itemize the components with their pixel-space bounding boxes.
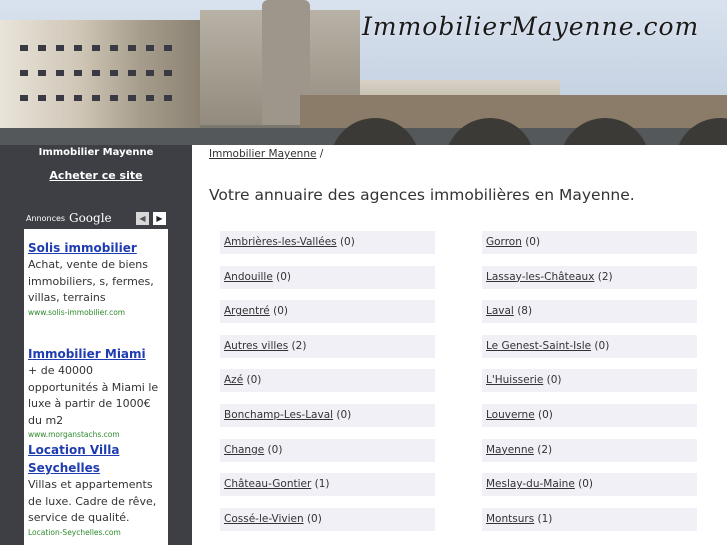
city-count: (1) <box>311 478 330 491</box>
city-link[interactable]: Argentré <box>224 305 270 317</box>
city-count: (0) <box>243 374 262 387</box>
buy-site-link[interactable]: Acheter ce site <box>0 169 192 182</box>
breadcrumb-separator: / <box>319 148 324 160</box>
ad-item: Solis immobilier Achat, vente de biens i… <box>28 239 166 319</box>
city-link[interactable]: Azé <box>224 374 243 386</box>
directory-cell: Argentré (0) <box>220 300 435 324</box>
city-link[interactable]: Louverne <box>486 409 535 421</box>
city-link[interactable]: Laval <box>486 305 514 317</box>
city-count: (0) <box>333 409 352 421</box>
city-link[interactable]: Cossé-le-Vivien <box>224 513 304 525</box>
chevron-left-icon[interactable]: ◀ <box>136 212 149 225</box>
directory-cell: Montsurs (1) <box>482 507 697 531</box>
ad-text: + de 40000 opportunités à Miami le luxe … <box>28 364 159 427</box>
city-count: (0) <box>272 270 292 283</box>
ads-header: Annonces Google ◀ ▶ <box>24 211 168 229</box>
site-logo-text: ImmobilierMayenne.com <box>362 12 700 41</box>
directory-cell: Andouille (0) <box>220 265 435 289</box>
ad-title[interactable]: Location Villa Seychelles <box>28 441 166 477</box>
chevron-right-icon[interactable]: ▶ <box>153 212 166 225</box>
ads-label: Annonces <box>26 214 66 223</box>
directory-cell: Change (0) <box>220 438 435 462</box>
city-count: (2) <box>594 270 613 283</box>
city-count: (0) <box>543 374 562 387</box>
city-count: (0) <box>269 305 288 318</box>
ads-panel: Solis immobilier Achat, vente de biens i… <box>24 229 168 545</box>
directory-cell: Le Genest-Saint-Isle (0) <box>482 334 697 358</box>
city-link[interactable]: Montsurs <box>486 513 534 525</box>
city-count: (0) <box>534 409 553 421</box>
city-count: (0) <box>336 236 355 248</box>
ad-title[interactable]: Solis immobilier <box>28 239 166 257</box>
directory-cell: Ambrières-les-Vallées (0) <box>220 231 435 254</box>
directory-cell: Autres villes (2) <box>220 334 435 358</box>
city-count: (2) <box>533 443 553 456</box>
city-link[interactable]: Château-Gontier <box>224 478 311 490</box>
ad-url[interactable]: www.morganstachs.com <box>28 429 166 441</box>
ads-provider-logo: Google <box>69 211 112 225</box>
header-banner: ImmobilierMayenne.com <box>0 0 727 145</box>
directory-cell: L'Huisserie (0) <box>482 369 697 393</box>
city-link[interactable]: Andouille <box>224 271 273 283</box>
city-link[interactable]: Gorron <box>486 236 522 248</box>
city-count: (0) <box>303 512 322 525</box>
city-link[interactable]: Meslay-du-Maine <box>486 478 575 490</box>
ad-url[interactable]: Location-Seychelles.com <box>28 527 166 539</box>
city-count: (0) <box>264 443 283 456</box>
breadcrumb-home-link[interactable]: Immobilier Mayenne <box>209 148 316 160</box>
directory-cell: Lassay-les-Châteaux (2) <box>482 265 697 289</box>
sidebar-title: Immobilier Mayenne <box>38 147 154 158</box>
directory-cell: Laval (8) <box>482 300 697 324</box>
city-link[interactable]: Change <box>224 444 264 456</box>
directory-cell: Bonchamp-Les-Laval (0) <box>220 404 435 427</box>
city-link[interactable]: Lassay-les-Châteaux <box>486 271 594 283</box>
city-count: (2) <box>288 339 307 352</box>
sidebar: Immobilier Mayenne Acheter ce site Annon… <box>0 145 192 545</box>
city-count: (0) <box>591 339 610 352</box>
directory-cell: Château-Gontier (1) <box>220 473 435 497</box>
ad-item: Immobilier Miami + de 40000 opportunités… <box>28 345 166 441</box>
directory-cell: Gorron (0) <box>482 231 697 254</box>
directory-cell: Mayenne (2) <box>482 438 697 462</box>
city-link[interactable]: Ambrières-les-Vallées <box>224 236 337 248</box>
city-count: (1) <box>534 512 553 525</box>
city-count: (0) <box>574 478 594 491</box>
page-title: Votre annuaire des agences immobilières … <box>209 186 635 204</box>
directory-cell: Meslay-du-Maine (0) <box>482 473 697 497</box>
ad-text: Villas et appartements de luxe. Cadre de… <box>28 478 157 524</box>
city-link[interactable]: Mayenne <box>486 444 534 456</box>
city-link[interactable]: L'Huisserie <box>486 374 543 386</box>
ad-item: Location Villa Seychelles Villas et appa… <box>28 441 166 539</box>
city-link[interactable]: Le Genest-Saint-Isle <box>486 340 591 352</box>
directory-cell: Louverne (0) <box>482 404 697 427</box>
ad-title[interactable]: Immobilier Miami <box>28 345 166 363</box>
directory-cell: Cossé-le-Vivien (0) <box>220 507 435 531</box>
breadcrumb: Immobilier Mayenne / <box>209 148 323 160</box>
ad-text: Achat, vente de biens immobiliers, s, fe… <box>28 258 154 304</box>
directory-cell: Azé (0) <box>220 369 435 393</box>
city-count: (8) <box>513 305 533 318</box>
city-link[interactable]: Autres villes <box>224 340 288 352</box>
city-count: (0) <box>521 236 541 248</box>
ad-url[interactable]: www.solis-immobilier.com <box>28 307 166 319</box>
city-link[interactable]: Bonchamp-Les-Laval <box>224 409 333 421</box>
